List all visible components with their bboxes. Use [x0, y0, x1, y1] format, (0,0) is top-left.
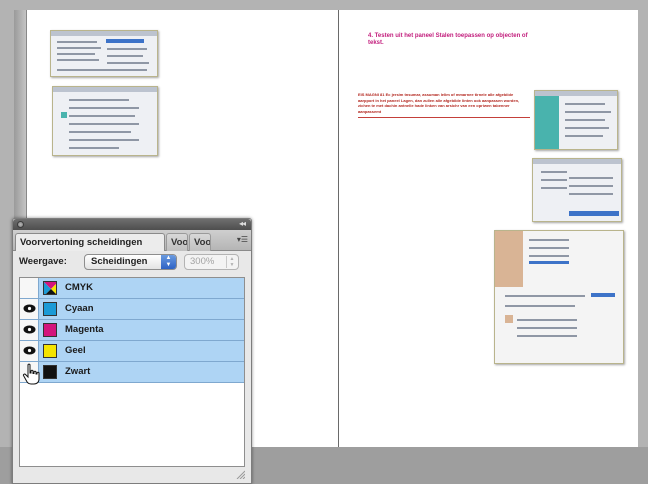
color-swatch — [43, 344, 57, 358]
separations-list: CMYK Cyaan Magenta Geel Zwart — [19, 277, 245, 467]
zoom-stepper-icon: ▲ ▼ — [226, 256, 237, 268]
close-icon[interactable] — [17, 221, 24, 228]
select-arrows-icon: ▲ ▼ — [161, 255, 176, 269]
visibility-toggle[interactable] — [20, 299, 39, 319]
view-label: Weergave: — [19, 256, 67, 267]
screenshot-thumbnail[interactable] — [534, 90, 618, 150]
tab-third[interactable]: Voo — [189, 233, 211, 251]
screenshot-thumbnail[interactable] — [52, 86, 158, 156]
separation-name: Magenta — [65, 324, 104, 335]
color-swatch — [43, 323, 57, 337]
separations-preview-panel: ◂◂ Voorvertoning scheidingen Voo Voo ▾☰ … — [12, 218, 252, 484]
color-swatch — [43, 302, 57, 316]
cmyk-swatch-icon — [43, 281, 57, 295]
body-paragraph: EIS MAGNI 81 Ec jersim tnsumar, assuman … — [358, 92, 530, 119]
separation-row-magenta[interactable]: Magenta — [20, 320, 244, 341]
resize-grip-icon[interactable] — [235, 469, 245, 479]
eye-icon — [23, 304, 36, 313]
hand-cursor-icon — [22, 363, 40, 385]
collapse-icon[interactable]: ◂◂ — [239, 219, 246, 228]
separation-name: Cyaan — [65, 303, 94, 314]
right-page[interactable] — [338, 10, 638, 447]
visibility-toggle[interactable] — [20, 341, 39, 361]
step-heading: 4. Testen uit het paneel Stalen toepasse… — [368, 33, 528, 46]
visibility-toggle[interactable] — [20, 278, 39, 298]
color-swatch — [43, 365, 57, 379]
screenshot-thumbnail[interactable] — [494, 230, 624, 364]
eye-icon — [23, 346, 36, 355]
tab-second[interactable]: Voo — [166, 233, 188, 251]
separation-row-cyan[interactable]: Cyaan — [20, 299, 244, 320]
separation-row-yellow[interactable]: Geel — [20, 341, 244, 362]
panel-menu-icon[interactable]: ▾☰ — [237, 235, 248, 244]
panel-tabs: Voorvertoning scheidingen Voo Voo ▾☰ — [13, 230, 251, 251]
view-select[interactable]: Scheidingen ▲ ▼ — [84, 254, 177, 270]
separation-row-black[interactable]: Zwart — [20, 362, 244, 383]
visibility-toggle[interactable] — [20, 320, 39, 340]
tab-separations-preview[interactable]: Voorvertoning scheidingen — [15, 233, 165, 251]
panel-titlebar[interactable]: ◂◂ — [13, 219, 251, 230]
eye-icon — [23, 325, 36, 334]
zoom-field: 300% ▲ ▼ — [184, 254, 239, 270]
screenshot-thumbnail[interactable] — [532, 158, 622, 222]
screenshot-thumbnail[interactable] — [50, 30, 158, 77]
separation-row-cmyk[interactable]: CMYK — [20, 278, 244, 299]
separation-name: Geel — [65, 345, 86, 356]
zoom-value: 300% — [190, 256, 215, 267]
separation-name: Zwart — [65, 366, 91, 377]
separation-name: CMYK — [65, 282, 93, 293]
view-select-value: Scheidingen — [91, 256, 148, 267]
